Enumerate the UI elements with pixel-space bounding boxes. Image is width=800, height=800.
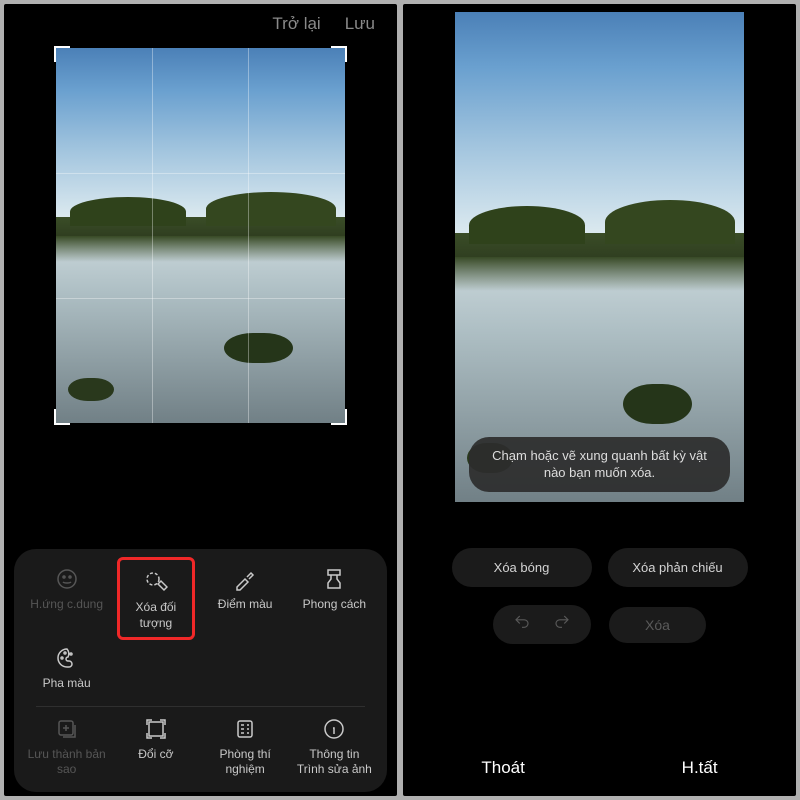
object-eraser-screen: Chạm hoặc vẽ xung quanh bất kỳ vật nào b…	[403, 4, 796, 796]
panel-divider	[36, 706, 365, 707]
delete-button[interactable]: Xóa	[609, 607, 706, 643]
editor-header: Trở lại Lưu	[4, 4, 397, 42]
tool-info[interactable]: Thông tin Trình sửa ảnh	[295, 717, 374, 778]
edit-canvas[interactable]: Chạm hoặc vẽ xung quanh bất kỳ vật nào b…	[455, 12, 744, 502]
erase-reflection-button[interactable]: Xóa phản chiếu	[608, 548, 748, 587]
done-button[interactable]: H.tất	[682, 758, 718, 778]
tool-labs[interactable]: Phòng thí nghiệm	[206, 717, 285, 778]
brush-icon	[322, 567, 346, 591]
tool-portrait-effect[interactable]: H.ứng c.dung	[27, 567, 106, 613]
eyedropper-icon	[233, 567, 257, 591]
palette-icon	[55, 646, 79, 670]
tool-row-bottom: Lưu thành bản sao Đổi cỡ Phòng thí nghiệ…	[22, 717, 379, 778]
info-icon	[322, 717, 346, 741]
bottom-bar: Thoát H.tất	[403, 758, 796, 778]
erase-shadow-button[interactable]: Xóa bóng	[452, 548, 592, 587]
undo-redo-group	[493, 605, 591, 644]
tool-label: Phong cách	[303, 597, 366, 613]
edit-canvas[interactable]	[56, 48, 345, 423]
tool-color-mix[interactable]: Pha màu	[27, 646, 106, 692]
tool-row-2: Pha màu	[22, 646, 379, 692]
save-copy-icon	[55, 717, 79, 741]
photo-preview	[455, 12, 744, 502]
crop-handle-bl[interactable]	[54, 409, 70, 425]
tool-label: H.ứng c.dung	[30, 597, 103, 613]
save-button[interactable]: Lưu	[345, 14, 375, 34]
tool-label: Phòng thí nghiệm	[206, 747, 285, 778]
editor-screen-tools: Trở lại Lưu H.ứng c.dung Xóa đối tượng	[4, 4, 397, 796]
history-row: Xóa	[403, 605, 796, 644]
redo-button[interactable]	[553, 613, 571, 636]
eraser-actions: Xóa bóng Xóa phản chiếu	[403, 548, 796, 587]
tool-object-eraser[interactable]: Xóa đối tượng	[117, 557, 196, 640]
tool-color-picker[interactable]: Điểm màu	[206, 567, 285, 613]
flask-icon	[233, 717, 257, 741]
tool-label: Thông tin Trình sửa ảnh	[295, 747, 374, 778]
tool-resize[interactable]: Đổi cỡ	[117, 717, 196, 763]
back-button[interactable]: Trở lại	[272, 14, 320, 34]
tool-label: Lưu thành bản sao	[27, 747, 106, 778]
crop-handle-tr[interactable]	[331, 46, 347, 62]
eraser-dashed-icon	[144, 570, 168, 594]
tool-panel: H.ứng c.dung Xóa đối tượng Điểm màu Phon…	[14, 549, 387, 792]
crop-handle-br[interactable]	[331, 409, 347, 425]
tool-label: Đổi cỡ	[138, 747, 173, 763]
tool-label: Xóa đối tượng	[126, 600, 187, 631]
tool-row-1: H.ứng c.dung Xóa đối tượng Điểm màu Phon…	[22, 567, 379, 640]
resize-icon	[144, 717, 168, 741]
exit-button[interactable]: Thoát	[481, 758, 524, 778]
face-icon	[55, 567, 79, 591]
tool-save-copy[interactable]: Lưu thành bản sao	[27, 717, 106, 778]
undo-button[interactable]	[513, 613, 531, 636]
photo-preview	[56, 48, 345, 423]
hint-tooltip: Chạm hoặc vẽ xung quanh bất kỳ vật nào b…	[469, 437, 730, 492]
tool-style[interactable]: Phong cách	[295, 567, 374, 613]
crop-handle-tl[interactable]	[54, 46, 70, 62]
tool-label: Pha màu	[43, 676, 91, 692]
tool-label: Điểm màu	[218, 597, 273, 613]
